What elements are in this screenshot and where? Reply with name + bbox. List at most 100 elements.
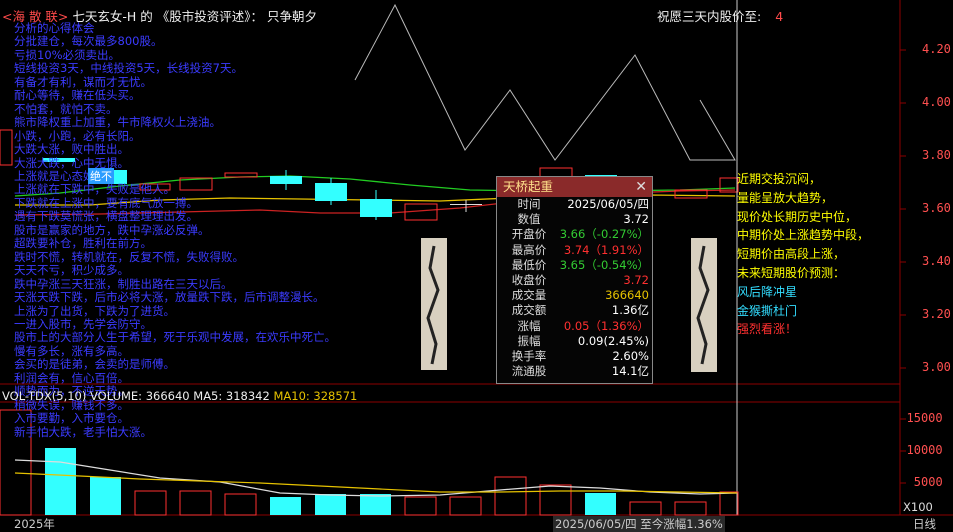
blue-text-line: 天涨天跌下跌，后市必将大涨，放量跌下跌，后市调整漫长。 [14, 290, 325, 305]
blue-text-line: 大跌大涨，败中胜出。 [14, 142, 129, 157]
popup-row: 流通股 14.1亿 [497, 364, 652, 379]
prediction-note: 现价处长期历史中位， [737, 209, 858, 224]
vol-bar [270, 497, 301, 515]
popup-row-value: 366640 [605, 288, 649, 303]
popup-row-value: 14.1亿 [611, 364, 649, 379]
blue-text-line: 慢有多长，涨有多高。 [14, 343, 129, 358]
popup-row: 开盘价 3.66（-0.27%） [497, 227, 652, 242]
volume-indicator-title: VOL-TDX(5,10) [2, 389, 87, 403]
blue-text-line: 分批建仓，每次最多800股。 [14, 34, 163, 49]
blue-text-line: 跌时不慌，转机就在，反复不慌，失败得败。 [14, 249, 244, 264]
popup-title: 天桥起重 [503, 179, 554, 194]
popup-row-label: 流通股 [511, 364, 547, 379]
popup-row-value: 2.60% [612, 348, 649, 363]
blue-text-line: 有备才有利，谋而才无忧。 [14, 74, 152, 89]
blue-text-line: 新手怕大跌，老手怕大涨。 [14, 424, 152, 439]
vol-bar [315, 494, 346, 515]
price-tick-label: 3.00 [922, 360, 951, 374]
vol-bar [360, 494, 391, 515]
blue-text-line: 股市是赢家的地方，跌中孕涨必反弹。 [14, 222, 210, 237]
blue-text-line: 熊市降权重上加重，牛市降权火上浇油。 [14, 115, 221, 130]
info-popup[interactable]: 天桥起重 ✕ 时间 2025/06/05/四 数值 3.72 开盘价 3.66（-0.27… [496, 176, 653, 384]
price-tick-label: 4.20 [922, 42, 951, 56]
candle [360, 199, 392, 217]
popup-row-label: 振幅 [517, 333, 541, 348]
prediction-note: 金猴撕杜门 [737, 303, 798, 318]
popup-title-bar[interactable]: 天桥起重 ✕ [497, 177, 652, 197]
popup-row-label: 换手率 [511, 348, 547, 363]
blue-text-line: 小跌，小跑，必有长阳。 [14, 128, 141, 143]
popup-row-label: 最高价 [511, 242, 547, 257]
price-tick-label: 4.00 [922, 95, 951, 109]
popup-row-value: 3.66（-0.27%） [559, 227, 649, 242]
blue-text-line: 亏损10%必须卖出。 [14, 47, 121, 62]
volume-tick-label: 5000 [913, 475, 943, 489]
blue-text-line: 短线投资3天，中线投资5天，长线投资7天。 [14, 61, 243, 76]
popup-row-label: 成交额 [511, 303, 547, 318]
vol-bar [224, 493, 257, 516]
popup-row: 最低价 3.65（-0.54%） [497, 258, 652, 273]
blue-text-line: 利润会有，信心百倍。 [14, 370, 129, 385]
blue-text-line: 分析的心得体会 [14, 21, 95, 35]
popup-row: 最高价 3.74（1.91%） [497, 243, 652, 258]
price-tick-label: 3.40 [922, 254, 951, 268]
popup-row-value: 3.74（1.91%） [563, 242, 649, 257]
popup-row-value: 2025/06/05/四 [567, 197, 649, 211]
popup-row-label: 数值 [517, 212, 541, 227]
year-label: 2025年 [14, 517, 55, 531]
price-grid [900, 49, 906, 369]
vol-bar [404, 496, 437, 516]
vol-bar [45, 448, 76, 515]
price-goal-label: 祝愿三天内股价至: [657, 9, 762, 24]
candle [450, 204, 482, 205]
popup-row-value: 3.72 [623, 272, 649, 287]
vol-bar [629, 501, 662, 516]
vol-bar [449, 496, 482, 516]
popup-row-label: 开盘价 [511, 227, 547, 242]
blue-text-line: 上涨就在下跌中，失败是他人。 [14, 182, 175, 197]
blue-text-line: 超跌要补仓，胜利在前方。 [14, 236, 152, 251]
calligraphy-panel-right [691, 238, 717, 372]
vol-bar [719, 491, 739, 516]
blue-text-line: 不怕套，就怕不卖。 [14, 101, 118, 116]
popup-row-label: 收盘价 [511, 272, 547, 287]
price-tick-label: 3.20 [922, 307, 951, 321]
vol-bar [674, 501, 707, 516]
blue-text-line: 会买的是徒弟，会卖的是师傅。 [14, 357, 175, 372]
blue-text-line: 遇有下跌莫慌张，横盘整理理出发。 [14, 209, 198, 224]
prediction-note: 短期价由高段上涨， [737, 247, 846, 262]
volume-ma5: MA5: 318342 [193, 389, 270, 403]
blue-text-line: 跌中孕涨三天狂涨，制胜出路在三天以后。 [14, 276, 233, 291]
price-goal: 祝愿三天内股价至: 4 [657, 6, 783, 25]
volume-tick-label: 15000 [906, 411, 943, 425]
blue-text-line: 入市要勤，入市要仓。 [14, 411, 129, 426]
date-info: 2025/06/05/四 至今涨幅1.36% [553, 516, 725, 532]
blue-text-line: 上涨为了出货，下跌为了进货。 [14, 303, 175, 318]
volume-grid [900, 418, 906, 484]
popup-row-value: 3.65（-0.54%） [559, 257, 649, 272]
close-icon[interactable]: ✕ [635, 177, 647, 197]
popup-row: 涨幅 0.05（1.36%） [497, 319, 652, 334]
popup-row-value: 0.05（1.36%） [563, 318, 649, 333]
volume-unit: X100 [903, 500, 933, 514]
calligraphy-panel-left [421, 238, 447, 370]
prediction-note: 强烈看涨！ [737, 322, 798, 337]
popup-row: 成交量 366640 [497, 288, 652, 303]
volume-value: VOLUME: 366640 [90, 389, 190, 403]
popup-row-value: 0.09(2.45%) [577, 333, 649, 348]
volume-ma10: MA10: 328571 [273, 389, 358, 403]
popup-row: 数值 3.72 [497, 212, 652, 227]
period-label[interactable]: 日线 [913, 516, 936, 532]
blue-badge: 绝不 [88, 168, 114, 184]
popup-row-label: 最低价 [511, 257, 547, 272]
popup-row-value: 3.72 [623, 212, 649, 227]
vol-bar [494, 476, 527, 516]
popup-row-label: 成交量 [511, 288, 547, 303]
blue-text-line: 耐心等待，赚在低头买。 [14, 88, 141, 103]
volume-tick-label: 10000 [906, 443, 943, 457]
popup-row: 成交额 1.36亿 [497, 303, 652, 318]
price-goal-value: 4 [775, 9, 784, 24]
prediction-notes: 近期交投沉闷， 量能呈放大趋势， 现价处长期历史中位， 中期价处上涨趋势中段， 短期价由… [737, 170, 869, 339]
popup-rows: 时间 2025/06/05/四 数值 3.72 开盘价 3.66（-0.27%） 最高价 3.… [497, 197, 652, 379]
popup-row-label: 涨幅 [517, 318, 541, 333]
